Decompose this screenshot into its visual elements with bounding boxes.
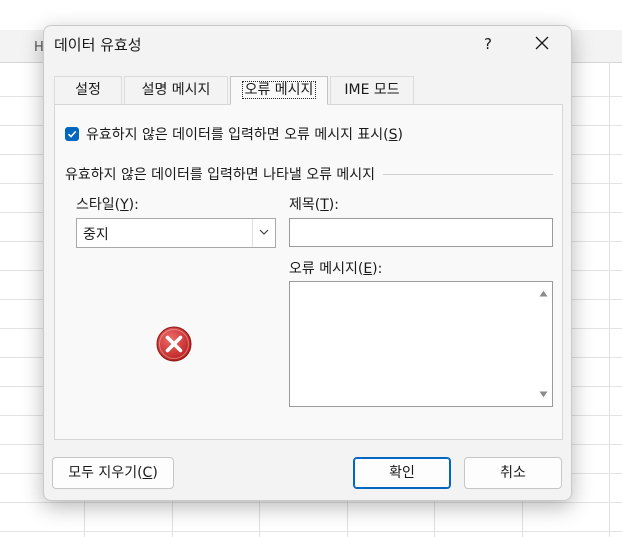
label-text: 유효하지 않은 데이터를 입력하면 오류 메시지 표시( bbox=[86, 127, 389, 143]
mnemonic: S bbox=[388, 127, 398, 143]
label-text: 제목( bbox=[289, 197, 321, 213]
error-group-label: 유효하지 않은 데이터를 입력하면 나타낼 오류 메시지 bbox=[65, 167, 376, 183]
clear-all-button[interactable]: 모두 지우기(C) bbox=[52, 457, 174, 489]
error-group: 유효하지 않은 데이터를 입력하면 나타낼 오류 메시지 bbox=[65, 165, 553, 183]
show-error-label: 유효하지 않은 데이터를 입력하면 오류 메시지 표시(S) bbox=[86, 124, 403, 144]
group-divider bbox=[383, 173, 553, 175]
tab-ime-mode[interactable]: IME 모드 bbox=[330, 76, 414, 104]
grid-line bbox=[0, 531, 622, 532]
mnemonic: T bbox=[320, 197, 329, 213]
grid-line bbox=[0, 502, 622, 503]
chevron-down-icon bbox=[259, 229, 269, 235]
tab-label: 오류 메시지 bbox=[241, 81, 317, 99]
label-text: 스타일( bbox=[76, 197, 121, 213]
ok-button[interactable]: 확인 bbox=[353, 457, 451, 489]
button-text: ) bbox=[152, 465, 158, 481]
show-error-row: 유효하지 않은 데이터를 입력하면 오류 메시지 표시(S) bbox=[65, 125, 403, 143]
error-alert-panel: 유효하지 않은 데이터를 입력하면 오류 메시지 표시(S) 유효하지 않은 데… bbox=[54, 104, 563, 440]
dropdown-arrow[interactable] bbox=[252, 219, 275, 247]
scrollbar[interactable] bbox=[534, 282, 552, 406]
dialog-titlebar: 데이터 유효성 ? bbox=[44, 26, 571, 64]
tab-label: 설정 bbox=[75, 82, 101, 98]
close-icon bbox=[535, 36, 549, 50]
error-stop-icon bbox=[156, 326, 192, 362]
tab-settings[interactable]: 설정 bbox=[54, 76, 122, 104]
cancel-button[interactable]: 취소 bbox=[464, 457, 562, 489]
scroll-down-icon[interactable] bbox=[539, 391, 548, 398]
tab-label: 설명 메시지 bbox=[141, 82, 211, 98]
tab-error-alert[interactable]: 오류 메시지 bbox=[230, 76, 328, 105]
style-label: 스타일(Y): bbox=[76, 194, 139, 214]
dialog-title: 데이터 유효성 bbox=[54, 36, 142, 54]
label-text: ) bbox=[397, 127, 404, 143]
error-message-label: 오류 메시지(E): bbox=[289, 258, 382, 278]
style-dropdown[interactable]: 중지 bbox=[76, 218, 276, 248]
tab-input-message[interactable]: 설명 메시지 bbox=[124, 76, 228, 104]
tab-label: IME 모드 bbox=[344, 82, 400, 98]
label-text: 오류 메시지( bbox=[289, 261, 364, 277]
help-button[interactable]: ? bbox=[476, 32, 500, 56]
mnemonic: E bbox=[363, 261, 373, 277]
mnemonic: Y bbox=[120, 197, 129, 213]
mnemonic: C bbox=[142, 465, 153, 481]
label-text: ): bbox=[328, 197, 339, 213]
button-text: 모두 지우기( bbox=[68, 465, 143, 481]
label-text: ): bbox=[372, 261, 383, 277]
show-error-checkbox[interactable] bbox=[65, 127, 79, 141]
checkmark-icon bbox=[67, 130, 77, 138]
scroll-up-icon[interactable] bbox=[539, 290, 548, 297]
close-button[interactable] bbox=[530, 32, 554, 56]
style-dropdown-value: 중지 bbox=[83, 227, 109, 243]
title-label: 제목(T): bbox=[289, 194, 339, 214]
label-text: ): bbox=[128, 197, 139, 213]
title-input[interactable] bbox=[289, 218, 553, 247]
data-validation-dialog: 데이터 유효성 ? 설정 설명 메시지 오류 메시지 IME 모드 유효하지 않… bbox=[43, 25, 572, 501]
error-message-textarea[interactable] bbox=[289, 281, 553, 407]
